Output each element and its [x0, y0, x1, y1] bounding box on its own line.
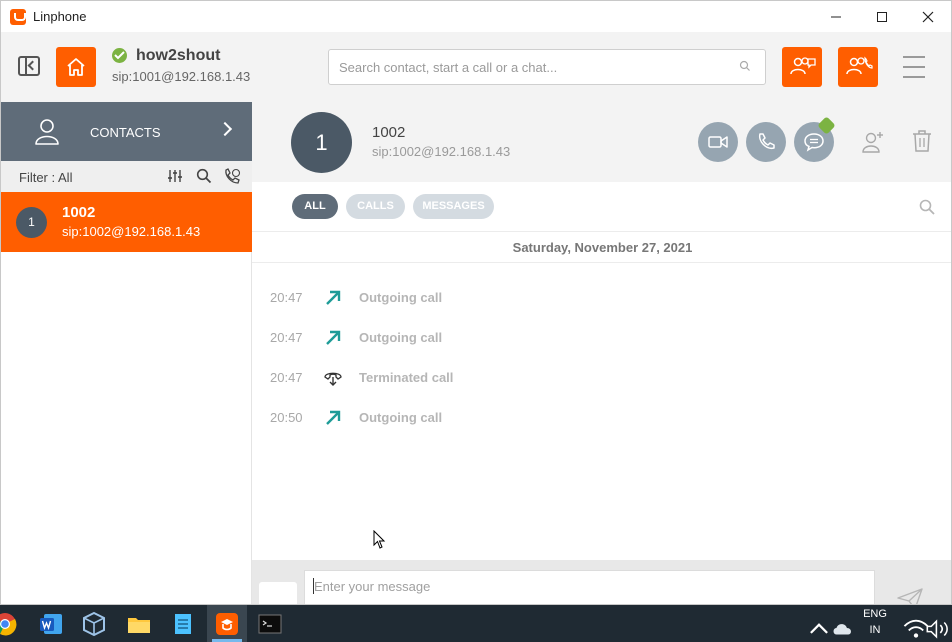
volume-icon[interactable]	[926, 616, 952, 642]
history-event: 20:50 Outgoing call	[252, 406, 951, 430]
attach-file-button[interactable]	[259, 582, 297, 604]
user-display-name: how2shout	[136, 47, 221, 64]
tab-all[interactable]: ALL	[292, 194, 338, 219]
event-label: Terminated call	[359, 370, 454, 385]
history-date-separator: Saturday, November 27, 2021	[252, 233, 951, 263]
conference-call-icon	[846, 56, 873, 75]
contact-header-name: 1002	[372, 124, 406, 141]
close-button[interactable]	[905, 1, 951, 32]
notepad-icon[interactable]	[170, 611, 196, 637]
tab-calls[interactable]: CALLS	[346, 194, 405, 219]
add-sip-contact-icon[interactable]	[223, 168, 241, 186]
message-placeholder: Enter your message	[314, 579, 431, 594]
conference-chat-button[interactable]	[782, 47, 822, 87]
history-event: 20:47 Outgoing call	[252, 326, 951, 350]
conference-chat-icon	[790, 57, 816, 75]
outgoing-call-icon	[326, 330, 341, 345]
region-indicator[interactable]: IN	[858, 624, 892, 636]
event-label: Outgoing call	[359, 410, 443, 425]
search-placeholder: Search contact, start a call or a chat..…	[339, 60, 558, 75]
video-camera-icon	[708, 136, 728, 148]
contact-header-sip: sip:1002@192.168.1.43	[372, 144, 511, 159]
conversation-panel: 1 1002 sip:1002@192.168.1.43 ALL CALLS M…	[252, 102, 951, 605]
language-indicator[interactable]: ENG	[858, 608, 892, 620]
minimize-button[interactable]	[813, 1, 859, 32]
maximize-button[interactable]	[859, 1, 905, 32]
contact-name: 1002	[62, 204, 96, 221]
contact-avatar: 1	[16, 207, 47, 238]
history-event: 20:47 Outgoing call	[252, 286, 951, 310]
audio-call-button[interactable]	[746, 122, 786, 162]
history-search-icon[interactable]	[919, 199, 935, 215]
home-button[interactable]	[56, 47, 96, 87]
terminal-icon[interactable]	[257, 611, 283, 637]
hamburger-menu-icon[interactable]	[903, 56, 925, 78]
tray-chevron-up-icon[interactable]	[806, 615, 832, 641]
terminated-call-icon	[324, 372, 342, 386]
video-call-button[interactable]	[698, 122, 738, 162]
event-time: 20:47	[270, 330, 303, 345]
weather-cloud-icon[interactable]	[830, 615, 856, 641]
user-sip-address: sip:1001@192.168.1.43	[112, 69, 251, 84]
contact-search-icon[interactable]	[196, 168, 212, 184]
add-contact-icon[interactable]	[861, 130, 885, 154]
event-label: Outgoing call	[359, 290, 443, 305]
event-time: 20:47	[270, 290, 303, 305]
linphone-logo-icon	[10, 8, 26, 25]
virtualbox-icon[interactable]	[81, 611, 107, 637]
contact-header-avatar: 1	[291, 112, 352, 173]
phone-icon	[758, 133, 775, 150]
title-bar: Linphone	[1, 1, 951, 32]
history-filter-tabs: ALL CALLS MESSAGES	[252, 182, 951, 232]
file-explorer-icon[interactable]	[126, 611, 152, 637]
contact-person-icon	[35, 119, 59, 145]
contact-list-item[interactable]: 1 1002 sip:1002@192.168.1.43	[1, 192, 252, 252]
contacts-nav-button[interactable]: CONTACTS	[1, 102, 252, 161]
event-time: 20:47	[270, 370, 303, 385]
message-compose-bar: Enter your message	[252, 560, 951, 605]
contact-header: 1 1002 sip:1002@192.168.1.43	[252, 102, 951, 182]
side-panel-icon[interactable]	[18, 56, 40, 76]
outgoing-call-icon	[326, 290, 341, 305]
tab-messages[interactable]: MESSAGES	[413, 194, 494, 219]
send-message-icon[interactable]	[897, 588, 923, 605]
conference-call-button[interactable]	[838, 47, 878, 87]
home-icon	[67, 58, 85, 76]
contact-filter-bar: Filter : All	[1, 161, 252, 192]
contacts-nav-label: CONTACTS	[90, 125, 161, 140]
history-event: 20:47 Terminated call	[252, 366, 951, 390]
app-header: how2shout sip:1001@192.168.1.43 Search c…	[1, 32, 951, 102]
filter-label[interactable]: Filter : All	[19, 170, 72, 185]
linphone-window: Linphone how2shout sip:1001@192.168.1.43…	[0, 0, 952, 605]
online-status-icon	[112, 48, 127, 63]
event-label: Outgoing call	[359, 330, 443, 345]
message-input[interactable]: Enter your message	[304, 570, 875, 604]
search-icon	[739, 60, 750, 71]
filter-settings-icon[interactable]	[167, 168, 183, 184]
mouse-cursor-icon	[373, 530, 386, 549]
word-app-icon[interactable]	[38, 611, 64, 637]
chevron-right-icon	[217, 121, 233, 137]
os-taskbar: ENG IN	[0, 605, 952, 642]
window-title: Linphone	[33, 9, 87, 24]
sidebar: CONTACTS Filter : All 1 1002 sip:1002@19…	[1, 102, 252, 604]
chrome-browser-icon[interactable]	[0, 611, 18, 637]
search-input[interactable]: Search contact, start a call or a chat..…	[328, 49, 766, 85]
chat-bubble-icon	[804, 133, 824, 152]
outgoing-call-icon	[326, 410, 341, 425]
delete-history-icon[interactable]	[912, 129, 932, 153]
linphone-taskbar-icon[interactable]	[214, 611, 240, 637]
contact-sip: sip:1002@192.168.1.43	[62, 224, 201, 239]
event-time: 20:50	[270, 410, 303, 425]
